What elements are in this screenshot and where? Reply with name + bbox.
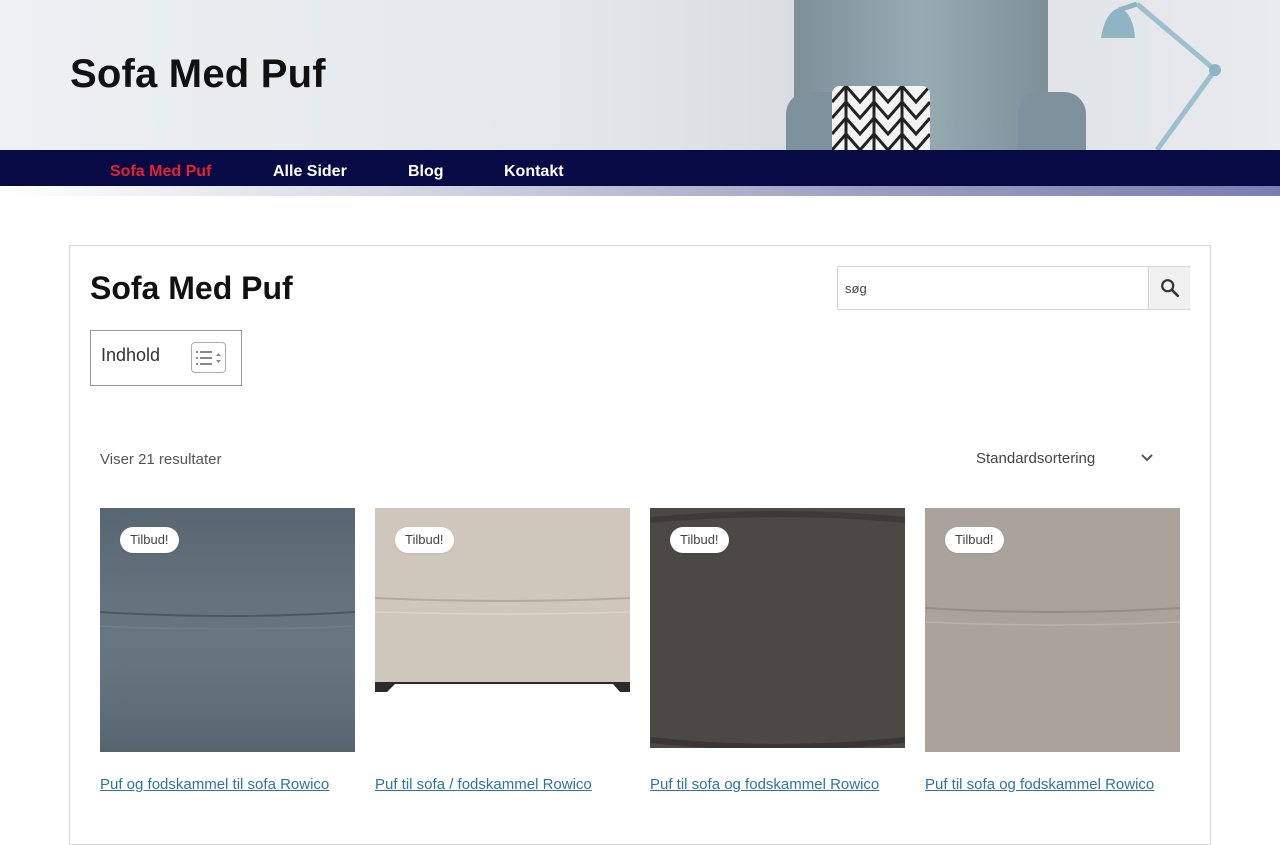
sale-badge: Tilbud! bbox=[945, 527, 1004, 553]
nav-item-sofa-med-puf[interactable]: Sofa Med Puf bbox=[110, 163, 211, 181]
armchair-image bbox=[786, 0, 1086, 150]
product-image[interactable]: Tilbud! bbox=[100, 508, 355, 762]
result-count: Viser 21 resultater bbox=[100, 451, 222, 468]
toc-toggle-button[interactable] bbox=[191, 342, 226, 373]
nav-item-alle-sider[interactable]: Alle Sider bbox=[273, 163, 347, 181]
sale-badge: Tilbud! bbox=[120, 527, 179, 553]
chevron-down-icon bbox=[1141, 454, 1153, 462]
product-name-link[interactable]: Puf til sofa og fodskammel Rowico bbox=[925, 776, 1180, 793]
product-name-link[interactable]: Puf til sofa og fodskammel Rowico bbox=[650, 776, 905, 793]
toc-title: Indhold bbox=[101, 345, 161, 365]
product-image[interactable]: Tilbud! bbox=[925, 508, 1180, 762]
search-input[interactable] bbox=[838, 267, 1148, 309]
list-toggle-icon bbox=[195, 350, 221, 365]
table-of-contents: Indhold bbox=[90, 330, 242, 386]
product-image[interactable]: Tilbud! bbox=[650, 508, 905, 762]
search-button[interactable] bbox=[1148, 267, 1190, 309]
sort-selected-label: Standardsortering bbox=[976, 450, 1096, 467]
site-header: Sofa Med Puf bbox=[0, 0, 1280, 150]
product-name-link[interactable]: Puf og fodskammel til sofa Rowico bbox=[100, 776, 355, 793]
sale-badge: Tilbud! bbox=[670, 527, 729, 553]
product-image[interactable]: Tilbud! bbox=[375, 508, 630, 762]
nav-item-kontakt[interactable]: Kontakt bbox=[504, 163, 564, 181]
nav-item-blog[interactable]: Blog bbox=[408, 163, 444, 181]
search-form bbox=[837, 266, 1190, 310]
content-card: Sofa Med Puf Indhold Viser 21 resultater bbox=[69, 245, 1211, 845]
product-name-link[interactable]: Puf til sofa / fodskammel Rowico bbox=[375, 776, 630, 793]
site-title[interactable]: Sofa Med Puf bbox=[70, 52, 326, 97]
page-title: Sofa Med Puf bbox=[90, 270, 293, 306]
sale-badge: Tilbud! bbox=[395, 527, 454, 553]
nav-shadow-divider bbox=[0, 186, 1280, 196]
main-navigation: Sofa Med Puf Alle Sider Blog Kontakt bbox=[0, 150, 1280, 190]
pillow-image bbox=[832, 86, 930, 150]
search-icon bbox=[1160, 279, 1179, 298]
desk-lamp-image bbox=[1075, 0, 1235, 150]
sort-select[interactable]: Standardsortering bbox=[965, 442, 1160, 474]
